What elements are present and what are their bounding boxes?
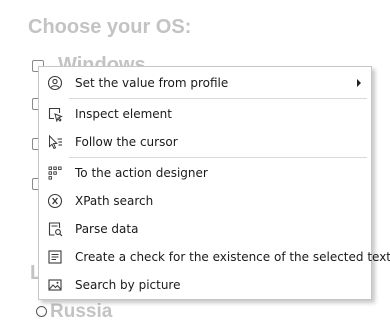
submenu-arrow-icon	[357, 79, 361, 87]
follow-cursor-icon	[49, 134, 62, 150]
context-menu: Set the value from profile Inspect eleme…	[38, 66, 390, 300]
menu-item-label: Create a check for the existence of the …	[75, 250, 390, 264]
menu-item-label: Set the value from profile	[75, 76, 229, 90]
menu-item-xpath-search[interactable]: XPath search	[40, 188, 370, 214]
picture-icon	[48, 279, 62, 291]
menu-item-parse-data[interactable]: Parse data	[40, 216, 370, 242]
menu-item-label: XPath search	[75, 194, 154, 208]
menu-item-label: To the action designer	[75, 166, 208, 180]
grid-dots-icon	[48, 166, 62, 180]
menu-item-follow-cursor[interactable]: Follow the cursor	[40, 129, 370, 155]
inspect-cursor-icon	[48, 107, 63, 122]
menu-item-create-text-check[interactable]: Create a check for the existence of the …	[40, 244, 390, 270]
text-check-icon	[48, 250, 62, 264]
menu-item-search-by-picture[interactable]: Search by picture	[40, 272, 370, 298]
parse-data-icon	[48, 222, 63, 237]
menu-item-label: Search by picture	[75, 278, 181, 292]
menu-item-set-value-from-profile[interactable]: Set the value from profile	[40, 70, 370, 96]
menu-item-label: Follow the cursor	[75, 135, 178, 149]
menu-item-action-designer[interactable]: To the action designer	[40, 160, 370, 186]
menu-separator	[69, 157, 367, 158]
radio-label-russia: Russia	[50, 301, 113, 322]
xpath-x-icon	[47, 193, 63, 209]
radio-russia[interactable]	[36, 306, 47, 317]
menu-separator	[69, 98, 367, 99]
page-title: Choose your OS:	[28, 16, 192, 38]
menu-item-label: Inspect element	[75, 107, 172, 121]
user-circle-icon	[47, 75, 63, 91]
menu-item-inspect-element[interactable]: Inspect element	[40, 101, 370, 127]
menu-item-label: Parse data	[75, 222, 139, 236]
